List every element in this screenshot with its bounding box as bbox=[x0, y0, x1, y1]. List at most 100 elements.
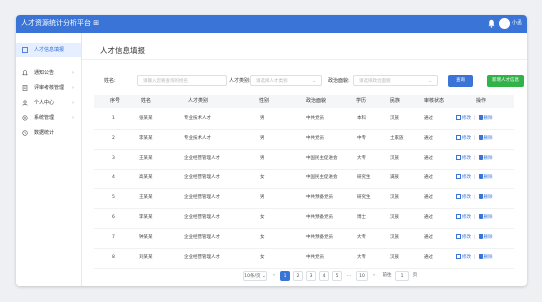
edit-icon bbox=[456, 233, 461, 239]
cell-education: 本科 bbox=[357, 116, 366, 121]
delete-button[interactable]: 删除 bbox=[478, 174, 493, 180]
page-button-5[interactable]: 5 bbox=[332, 271, 342, 281]
cell-index: 1 bbox=[112, 116, 115, 121]
table-row: 8 刘某某 企业经营管理人才 女 中共党员 大专 汉族 通过 修改 | 删除 bbox=[94, 248, 514, 269]
edit-label: 修改 bbox=[462, 234, 471, 240]
cell-education: 中专 bbox=[357, 135, 366, 141]
trash-icon bbox=[478, 233, 483, 239]
cell-category: 专业技术人才 bbox=[184, 116, 211, 121]
cell-index: 7 bbox=[112, 234, 115, 240]
sidebar-item-profile[interactable]: 个人中心 › bbox=[16, 96, 81, 110]
cell-politics: 中共预备党员 bbox=[306, 234, 333, 240]
delete-button[interactable]: 删除 bbox=[478, 154, 493, 161]
cell-ethnicity: 汉族 bbox=[390, 155, 399, 161]
action-separator: | bbox=[474, 135, 476, 141]
cell-ethnicity: 土家族 bbox=[390, 135, 404, 141]
trash-icon bbox=[478, 115, 483, 120]
sidebar-item-review[interactable]: 评审考核管理 › bbox=[16, 81, 81, 95]
row-actions: 修改 | 删除 bbox=[456, 228, 493, 248]
column-header-category: 人才类别 bbox=[188, 98, 209, 104]
delete-button[interactable]: 删除 bbox=[478, 214, 493, 220]
delete-button[interactable]: 删除 bbox=[478, 134, 493, 141]
page-button-10[interactable]: 10 bbox=[356, 271, 368, 281]
name-search-input[interactable]: 请输入您要查询的姓名 bbox=[137, 75, 227, 86]
edit-button[interactable]: 修改 bbox=[456, 253, 471, 260]
edit-button[interactable]: 修改 bbox=[456, 174, 471, 181]
clipboard-icon bbox=[22, 47, 28, 53]
delete-label: 删除 bbox=[483, 116, 493, 121]
cell-education: 博士 bbox=[357, 215, 366, 220]
add-talent-button[interactable]: 新增人才信息 bbox=[487, 75, 524, 87]
cell-gender: 男 bbox=[260, 116, 265, 121]
search-button[interactable]: 查询 bbox=[448, 75, 473, 87]
action-separator: | bbox=[474, 116, 476, 121]
sidebar-item-talent-report[interactable]: 人才信息填报 bbox=[16, 43, 81, 57]
edit-button[interactable]: 修改 bbox=[456, 233, 471, 240]
politics-select[interactable]: 请选择政治面貌 ⌄ bbox=[353, 75, 438, 86]
delete-label: 删除 bbox=[483, 254, 493, 260]
bell-icon bbox=[22, 70, 28, 76]
goto-label: 前往 bbox=[382, 273, 392, 278]
page-button-3[interactable]: 3 bbox=[306, 271, 316, 281]
cell-category: 企业经营管理人才 bbox=[184, 175, 220, 181]
cell-name: 钟某某 bbox=[139, 234, 153, 240]
user-name[interactable]: 小孟 bbox=[512, 19, 522, 28]
next-page-button[interactable]: › bbox=[370, 271, 378, 281]
page-ellipsis: ... bbox=[346, 273, 352, 278]
edit-label: 修改 bbox=[462, 155, 471, 161]
cell-education: 大专 bbox=[357, 254, 366, 260]
page-button-2[interactable]: 2 bbox=[293, 271, 303, 281]
cell-politics: 中共预备党员 bbox=[306, 215, 333, 220]
cell-gender: 男 bbox=[260, 135, 265, 141]
delete-button[interactable]: 删除 bbox=[478, 194, 493, 200]
sidebar-item-system[interactable]: 系统管理 › bbox=[16, 111, 81, 125]
cell-status: 通过 bbox=[424, 234, 433, 240]
edit-button[interactable]: 修改 bbox=[456, 154, 471, 161]
delete-button[interactable]: 删除 bbox=[478, 115, 493, 121]
cell-education: 研究生 bbox=[357, 195, 371, 201]
goto-page-input[interactable]: 1 bbox=[395, 271, 409, 281]
edit-label: 修改 bbox=[462, 175, 471, 181]
edit-button[interactable]: 修改 bbox=[456, 194, 471, 200]
chevron-right-icon: › bbox=[72, 115, 74, 121]
prev-page-button[interactable]: ‹ bbox=[270, 271, 278, 281]
sidebar-item-label: 系统管理 bbox=[34, 115, 55, 121]
table-row: 7 钟某某 企业经营管理人才 女 中共预备党员 大专 汉族 通过 修改 | 删除 bbox=[94, 228, 514, 249]
page-size-select[interactable]: 10条/页 ⌄ bbox=[243, 271, 267, 281]
notification-bell-icon[interactable] bbox=[487, 19, 496, 28]
divider bbox=[82, 59, 527, 60]
action-separator: | bbox=[474, 175, 476, 181]
cell-ethnicity: 汉族 bbox=[390, 116, 399, 121]
edit-button[interactable]: 修改 bbox=[456, 115, 471, 121]
column-header-actions: 操作 bbox=[476, 98, 487, 104]
edit-icon bbox=[456, 134, 461, 140]
app-window: 人才资源统计分析平台 ⊞ 小孟 人才信息填报 通知公告 › 评审考核管理 › 个… bbox=[16, 15, 527, 286]
edit-button[interactable]: 修改 bbox=[456, 214, 471, 220]
cell-index: 3 bbox=[112, 155, 115, 161]
trash-icon bbox=[478, 174, 483, 180]
delete-button[interactable]: 删除 bbox=[478, 233, 493, 240]
sidebar-item-notices[interactable]: 通知公告 › bbox=[16, 66, 81, 80]
table-row: 5 王某某 企业经营管理人才 男 中共预备党员 研究生 汉族 通过 修改 | 删除 bbox=[94, 188, 514, 210]
expand-icon[interactable]: ⊞ bbox=[93, 19, 99, 27]
delete-button[interactable]: 删除 bbox=[478, 253, 493, 260]
sidebar-item-label: 评审考核管理 bbox=[34, 85, 65, 91]
action-separator: | bbox=[474, 254, 476, 260]
delete-label: 删除 bbox=[483, 155, 493, 161]
table-row: 3 王某某 企业经营管理人才 男 中国民主促进会 大专 汉族 通过 修改 | 删除 bbox=[94, 149, 514, 170]
cell-category: 企业经营管理人才 bbox=[184, 215, 220, 220]
column-header-education: 学历 bbox=[356, 98, 367, 104]
category-select[interactable]: 请选择人才类别 ⌄ bbox=[250, 75, 322, 86]
cell-name: 刘某某 bbox=[139, 254, 153, 260]
edit-button[interactable]: 修改 bbox=[456, 134, 471, 141]
page-button-4[interactable]: 4 bbox=[319, 271, 329, 281]
cell-index: 6 bbox=[112, 215, 115, 220]
page-button-1[interactable]: 1 bbox=[280, 271, 290, 281]
table-row: 4 高某某 企业经营管理人才 女 中国民主促进会 研究生 满族 通过 修改 | 删除 bbox=[94, 168, 514, 190]
chevron-right-icon: › bbox=[72, 100, 74, 106]
user-avatar[interactable] bbox=[499, 18, 510, 29]
trash-icon bbox=[478, 134, 483, 140]
sidebar-item-statistics[interactable]: 数据统计 bbox=[16, 126, 81, 140]
cell-gender: 男 bbox=[260, 195, 265, 201]
edit-icon bbox=[456, 154, 461, 160]
